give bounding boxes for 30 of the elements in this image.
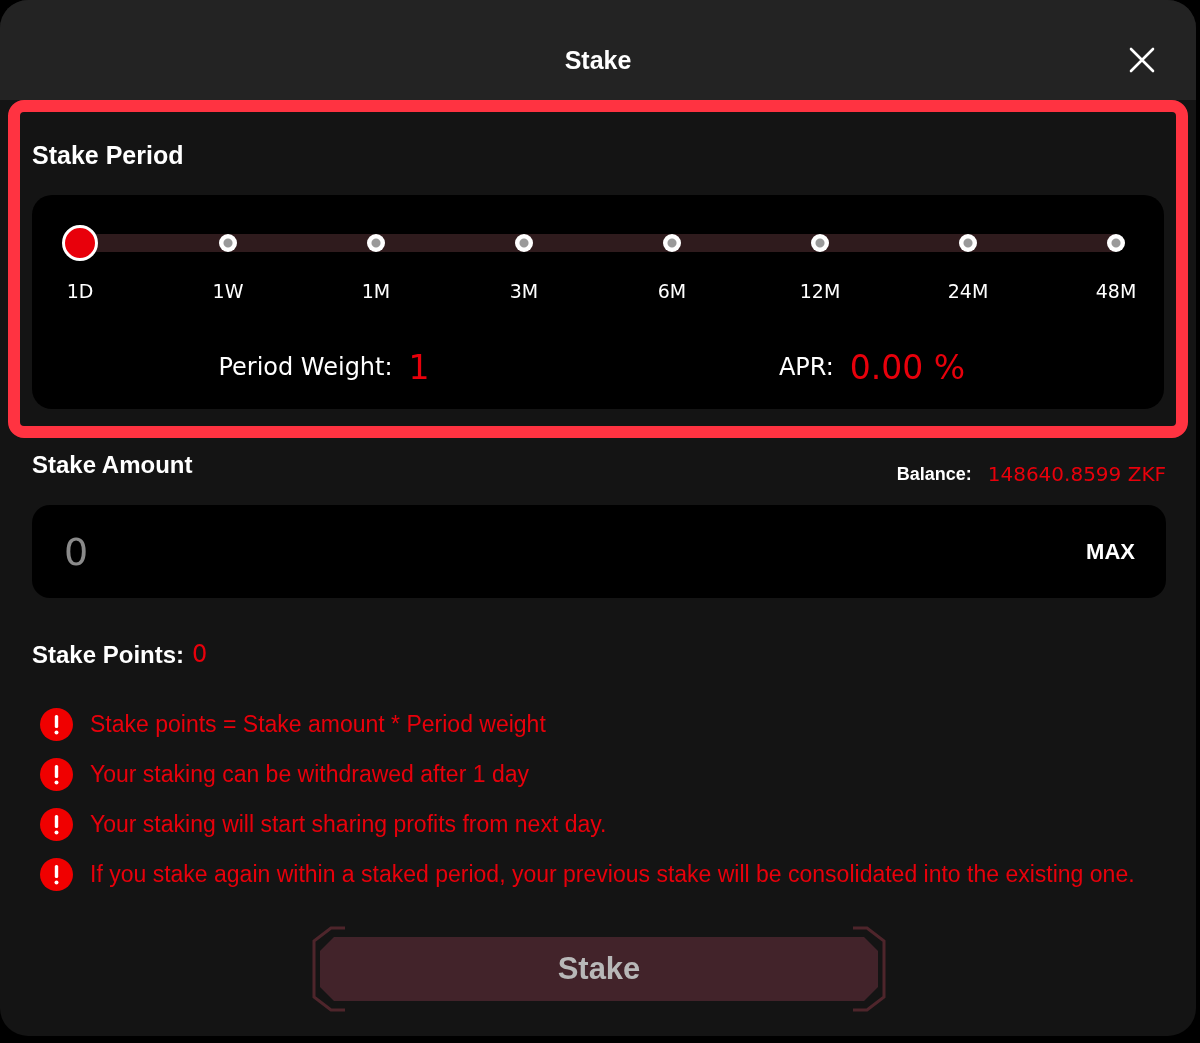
dialog-title: Stake: [564, 45, 632, 75]
period-option[interactable]: 1D: [50, 225, 110, 303]
section-label: Stake Period: [32, 140, 184, 170]
balance-label: Balance:: [896, 463, 972, 485]
weight-value: 1: [408, 347, 430, 387]
period-option[interactable]: 48M: [1086, 225, 1146, 303]
apr-label: APR:: [778, 353, 834, 381]
alert-icon: [40, 857, 73, 891]
weight-label: Period Weight:: [218, 353, 393, 381]
close-icon: [1128, 46, 1156, 74]
period-option[interactable]: 1M: [346, 225, 406, 303]
balance-value: 148640.8599 ZKF: [987, 462, 1166, 486]
points-label: Stake Points:: [32, 640, 185, 670]
points-value: 0: [192, 640, 208, 668]
period-option[interactable]: 24M: [938, 225, 998, 303]
alert-icon: [40, 807, 73, 841]
period-option[interactable]: 12M: [790, 225, 850, 303]
period-option[interactable]: 1W: [198, 225, 258, 303]
alert-icon: [40, 757, 73, 791]
period-option[interactable]: 3M: [494, 225, 554, 303]
period-option[interactable]: 6M: [642, 225, 702, 303]
notice-text: If you stake again within a staked period, your previous stake will be consolidated into the existing one.: [90, 860, 1135, 888]
alert-icon: [40, 707, 73, 741]
close-button[interactable]: [1128, 46, 1156, 74]
max-button[interactable]: MAX: [1086, 538, 1135, 565]
notice-text: Stake points = Stake amount * Period weight: [90, 710, 546, 738]
section-label: Stake Amount: [32, 450, 193, 480]
notice-text: Your staking can be withdrawed after 1 day: [90, 760, 529, 788]
notice-text: Your staking will start sharing profits from next day.: [90, 810, 607, 838]
apr-value: 0.00 %: [849, 347, 966, 387]
